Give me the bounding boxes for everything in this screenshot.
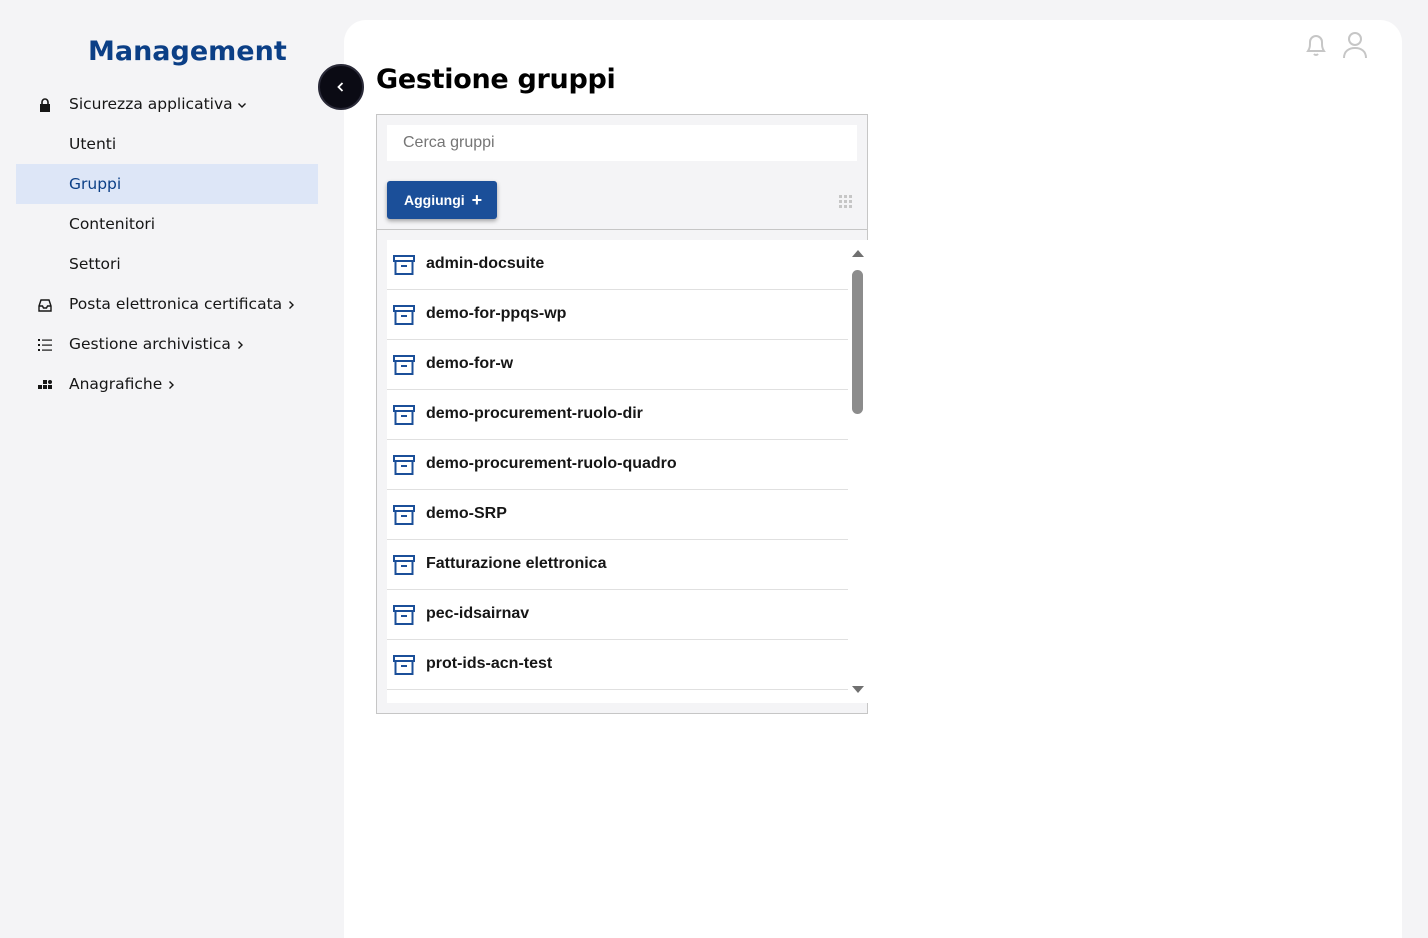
sidebar-item-anagrafiche[interactable]: Anagrafiche	[16, 364, 318, 404]
scroll-thumb[interactable]	[852, 270, 863, 414]
group-name: demo-procurement-ruolo-quadro	[426, 455, 677, 472]
list-item[interactable]: demo-procurement-ruolo-dir	[387, 390, 848, 440]
collapse-sidebar-button[interactable]	[318, 64, 364, 110]
divider	[377, 229, 867, 230]
list-item[interactable]: demo-SRP	[387, 490, 848, 540]
group-name: demo-SRP	[426, 505, 507, 522]
chevron-down-icon	[237, 102, 246, 108]
plus-icon: +	[471, 190, 483, 210]
list-item[interactable]: demo-for-ppqs-wp	[387, 290, 848, 340]
add-button-label: Aggiungi	[404, 192, 465, 208]
chevron-right-icon	[237, 340, 243, 349]
scroll-down-arrow[interactable]	[852, 686, 864, 693]
sidebar-item-label: Gruppi	[69, 175, 122, 193]
user-icon[interactable]	[1342, 30, 1368, 60]
inbox-icon	[38, 299, 52, 312]
sidebar-item-gruppi[interactable]: Gruppi	[16, 164, 318, 204]
sidebar-item-label: Utenti	[69, 135, 117, 153]
sidebar-item-utenti[interactable]: Utenti	[16, 124, 318, 164]
main-panel: Gestione gruppi Aggiungi + admin-docsuit…	[344, 20, 1402, 938]
sidebar-item-label: Gestione archivistica	[69, 335, 231, 353]
group-name: pec-idsairnav	[426, 605, 530, 622]
grid-view-icon[interactable]	[839, 195, 853, 209]
sidebar-item-contenitori[interactable]: Contenitori	[16, 204, 318, 244]
archive-box-icon	[393, 354, 415, 376]
bell-icon[interactable]	[1303, 30, 1329, 60]
scroll-up-arrow[interactable]	[852, 250, 864, 257]
archive-box-icon	[393, 304, 415, 326]
sidebar-item-label: Sicurezza applicativa	[69, 95, 233, 113]
archive-box-icon	[393, 554, 415, 576]
list-item[interactable]: Fatturazione elettronica	[387, 540, 848, 590]
sidebar-item-label: Posta elettronica certificata	[69, 295, 283, 313]
chevron-right-icon	[169, 380, 175, 389]
sidebar-item-label: Anagrafiche	[69, 375, 163, 393]
sidebar-item-settori[interactable]: Settori	[16, 244, 318, 284]
group-name: prot-ids-acn-test	[426, 655, 553, 672]
sidebar-item-label: Settori	[69, 255, 121, 273]
group-name: Fatturazione elettronica	[426, 555, 607, 572]
list-item[interactable]: prot-ids-acn-test	[387, 640, 848, 690]
list-item[interactable]: demo-for-w	[387, 340, 848, 390]
groups-list: admin-docsuite demo-for-ppqs-wp demo-for-w…	[387, 240, 848, 703]
list-item[interactable]: admin-docsuite	[387, 240, 848, 290]
add-group-button[interactable]: Aggiungi +	[387, 181, 497, 219]
page-title: Gestione gruppi	[376, 64, 616, 95]
sidebar-item-sicurezza-applicativa[interactable]: Sicurezza applicativa	[16, 84, 318, 124]
search-input[interactable]	[387, 125, 857, 161]
sidebar-item-posta-elettronica-certificata[interactable]: Posta elettronica certificata	[16, 284, 318, 324]
chevron-right-icon	[289, 300, 295, 309]
groups-card: Aggiungi + admin-docsuite demo-for-ppqs-w…	[376, 114, 868, 714]
list-icon	[38, 339, 52, 351]
list-item[interactable]: pec-idsairnav	[387, 590, 848, 640]
group-name: demo-for-w	[426, 355, 514, 372]
app-title: Management	[88, 36, 287, 67]
header-icons	[1303, 30, 1368, 60]
archive-box-icon	[393, 454, 415, 476]
list-item[interactable]: demo-procurement-ruolo-quadro	[387, 440, 848, 490]
sidebar-item-gestione-archivistica[interactable]: Gestione archivistica	[16, 324, 318, 364]
chevron-left-icon	[337, 82, 344, 92]
lock-icon	[40, 98, 50, 112]
apps-icon	[38, 380, 52, 389]
group-name: admin-docsuite	[426, 255, 545, 272]
archive-box-icon	[393, 604, 415, 626]
archive-box-icon	[393, 654, 415, 676]
group-name: demo-procurement-ruolo-dir	[426, 405, 643, 422]
group-name: demo-for-ppqs-wp	[426, 305, 567, 322]
sidebar-item-label: Contenitori	[69, 215, 156, 233]
archive-box-icon	[393, 254, 415, 276]
archive-box-icon	[393, 504, 415, 526]
sidebar-nav: Sicurezza applicativa Utenti Gruppi Cont…	[16, 84, 318, 404]
archive-box-icon	[393, 404, 415, 426]
scrollbar[interactable]	[848, 240, 868, 703]
